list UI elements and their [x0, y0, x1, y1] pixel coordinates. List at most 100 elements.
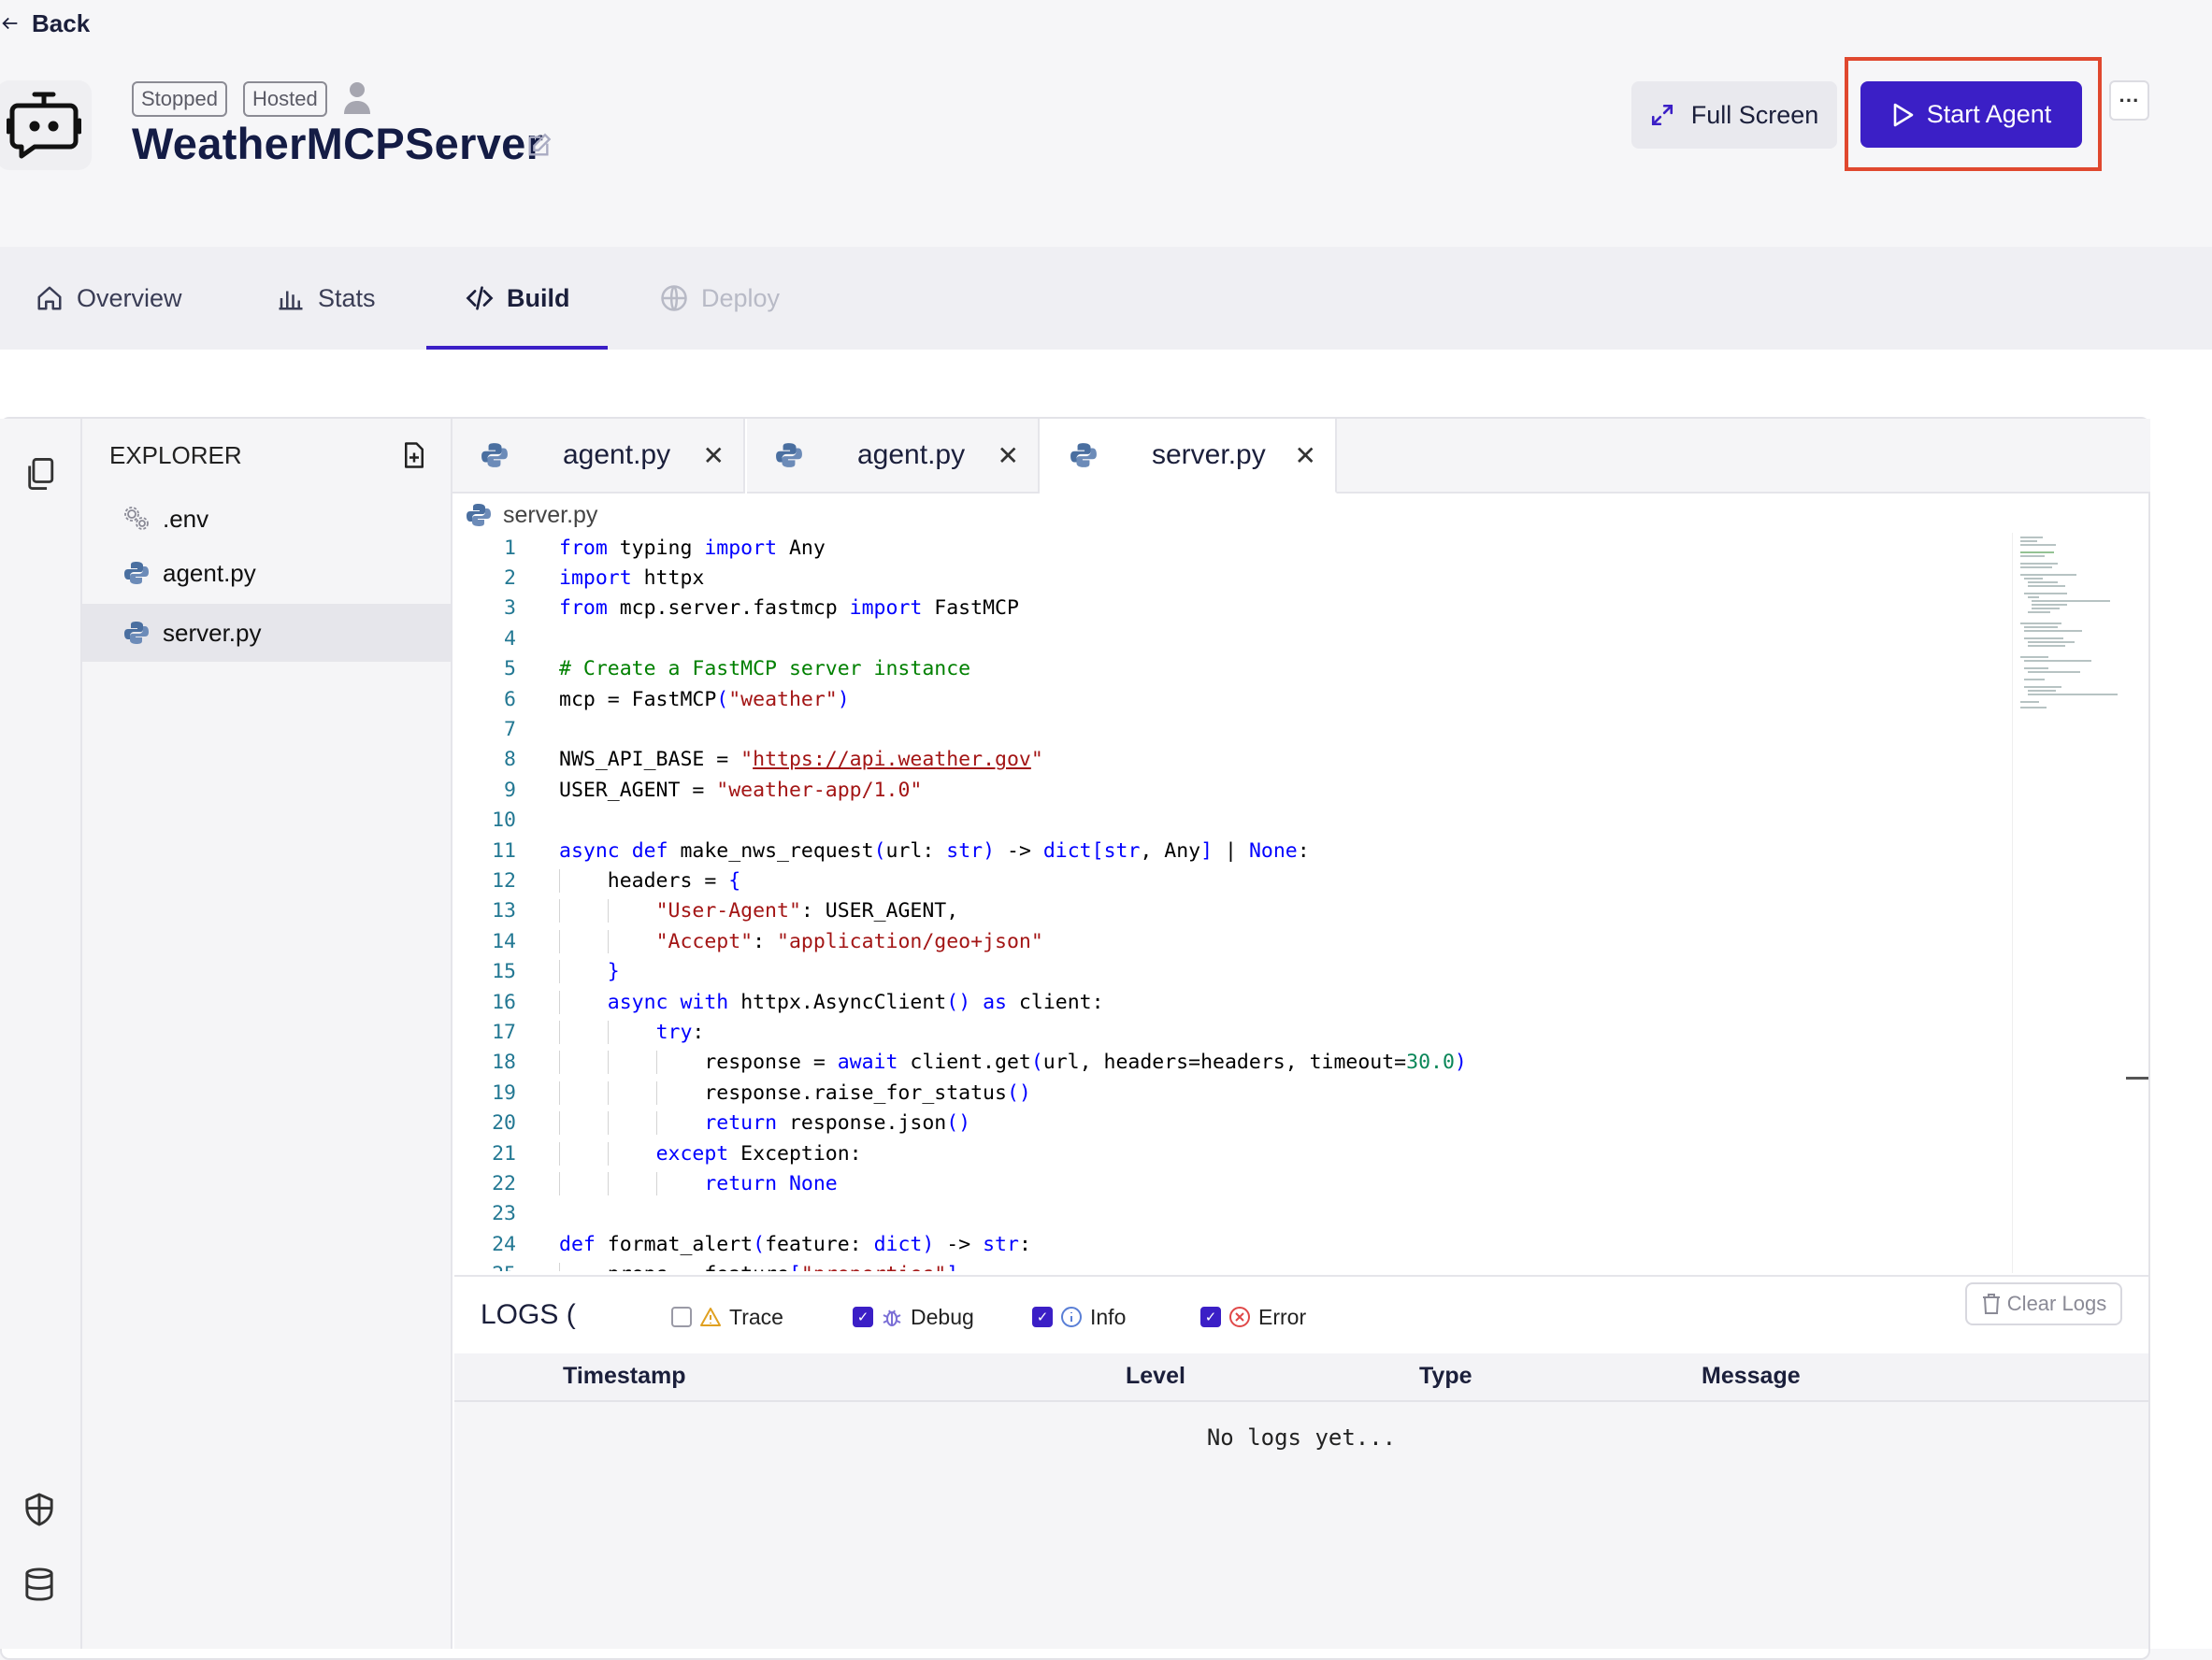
close-icon[interactable]: ✕ — [998, 440, 1019, 471]
file-name: server.py — [163, 618, 262, 647]
info-checkbox[interactable]: ✓ — [1032, 1307, 1053, 1327]
editor-tab-label: agent.py — [857, 439, 966, 470]
info-icon — [1061, 1307, 1082, 1327]
tab-overview[interactable]: Overview — [36, 247, 182, 350]
code-editor[interactable]: 1 from typing import Any 2 import httpx 3f… — [458, 533, 2010, 1271]
line-number: 9 — [504, 778, 516, 802]
arrow-left-icon — [2, 17, 18, 30]
code-line: 13 "User-Agent": USER_AGENT, — [458, 896, 2010, 926]
file-item-agent-py[interactable]: agent.py — [82, 544, 451, 602]
line-number: 23 — [492, 1202, 516, 1226]
file-item-server-py[interactable]: server.py — [82, 604, 451, 662]
line-number: 12 — [492, 868, 516, 893]
code-line: 22 return None — [458, 1168, 2010, 1198]
back-button[interactable]: Back — [0, 7, 90, 39]
code-line: 15 } — [458, 956, 2010, 986]
tab-strip-fill — [1337, 419, 2150, 494]
trash-icon — [1982, 1294, 2000, 1314]
code-line: 4 — [458, 623, 2010, 653]
start-agent-label: Start Agent — [1926, 100, 2052, 128]
code-line: 23 — [458, 1199, 2010, 1229]
robot-chat-icon — [7, 92, 81, 159]
editor-tab-label: agent.py — [563, 439, 671, 470]
trace-checkbox[interactable] — [671, 1307, 692, 1327]
line-number: 16 — [492, 990, 516, 1014]
breadcrumb: server.py — [466, 499, 597, 531]
activity-bar — [0, 419, 82, 1649]
new-file-icon[interactable] — [402, 441, 426, 469]
code-line: 7 — [458, 714, 2010, 744]
line-number: 21 — [492, 1141, 516, 1166]
code-line: 14 "Accept": "application/geo+json" — [458, 926, 2010, 956]
scrollbar-thumb[interactable] — [2126, 1077, 2148, 1080]
column-message: Message — [1702, 1363, 1801, 1389]
filter-label: Trace — [729, 1304, 783, 1329]
line-number: 19 — [492, 1080, 516, 1105]
user-icon — [344, 82, 370, 114]
tab-overview-label: Overview — [77, 283, 182, 312]
file-item-env[interactable]: .env — [82, 490, 451, 548]
filter-label: Info — [1090, 1304, 1127, 1329]
python-icon — [124, 622, 149, 644]
bar-chart-icon — [279, 291, 303, 310]
code-line: 24 def format_alert(feature: dict) -> str… — [458, 1229, 2010, 1259]
line-number: 17 — [492, 1020, 516, 1044]
file-name: .env — [163, 504, 209, 533]
debug-checkbox[interactable]: ✓ — [853, 1307, 873, 1327]
full-screen-label: Full Screen — [1690, 100, 1819, 129]
tab-stats[interactable]: Stats — [277, 247, 376, 350]
bug-icon — [883, 1309, 901, 1326]
column-level: Level — [1126, 1363, 1185, 1389]
page-title: WeatherMCPServer — [132, 119, 544, 168]
full-screen-button[interactable]: Full Screen — [1631, 81, 1837, 149]
tab-deploy-label: Deploy — [701, 283, 781, 312]
minimap[interactable] — [2012, 533, 2128, 1273]
code-icon — [466, 286, 494, 310]
play-icon — [1893, 103, 1914, 126]
close-icon[interactable]: ✕ — [1295, 440, 1316, 471]
line-number: 25 — [458, 1263, 516, 1271]
line-number: 2 — [504, 566, 516, 591]
column-type: Type — [1419, 1363, 1472, 1389]
code-line: 3 from mcp.server.fastmcp import FastMCP — [458, 594, 2010, 623]
more-options-button[interactable]: ··· — [2109, 80, 2149, 121]
line-number: 18 — [492, 1051, 516, 1075]
explorer-title: EXPLORER — [109, 441, 242, 469]
error-checkbox[interactable]: ✓ — [1200, 1307, 1221, 1327]
line-number: 8 — [504, 748, 516, 772]
line-number: 14 — [492, 929, 516, 953]
clear-logs-button[interactable]: Clear Logs — [1965, 1282, 2122, 1325]
code-line: 20 return response.json() — [458, 1108, 2010, 1138]
database-icon[interactable] — [22, 1567, 56, 1602]
back-label: Back — [32, 8, 91, 37]
line-number: 6 — [504, 687, 516, 711]
code-line: 16 async with httpx.AsyncClient() as cli… — [458, 987, 2010, 1017]
shield-icon[interactable] — [22, 1492, 56, 1527]
start-agent-button[interactable]: Start Agent — [1860, 81, 2082, 148]
editor-tab-agent-py[interactable]: agent.py ✕ — [452, 419, 745, 494]
line-number: 13 — [492, 899, 516, 923]
code-line: 10 — [458, 806, 2010, 836]
editor-tab-server-py[interactable]: server.py ✕ — [1041, 419, 1337, 494]
tab-build-label: Build — [507, 283, 570, 312]
hosted-badge: Hosted — [243, 81, 327, 117]
home-icon — [37, 286, 62, 310]
edit-icon[interactable] — [525, 133, 552, 159]
filter-info[interactable]: ✓ Info — [1032, 1302, 1126, 1332]
line-number: 11 — [492, 838, 516, 863]
filter-error[interactable]: ✓ Error — [1200, 1302, 1306, 1332]
close-icon[interactable]: ✕ — [703, 440, 725, 471]
files-icon[interactable] — [24, 456, 56, 492]
expand-icon — [1651, 104, 1673, 126]
filter-trace[interactable]: Trace — [671, 1302, 783, 1332]
line-number: 5 — [504, 657, 516, 681]
logs-title: LOGS ( — [481, 1299, 576, 1330]
line-number: 1 — [504, 536, 516, 560]
filter-debug[interactable]: ✓ Debug — [853, 1302, 974, 1332]
tab-build[interactable]: Build — [466, 247, 570, 350]
line-number: 10 — [492, 809, 516, 833]
python-icon — [481, 443, 508, 467]
editor-tab-agent-py-2[interactable]: agent.py ✕ — [747, 419, 1040, 494]
more-icon: ··· — [2119, 88, 2140, 112]
breadcrumb-file: server.py — [503, 501, 598, 528]
